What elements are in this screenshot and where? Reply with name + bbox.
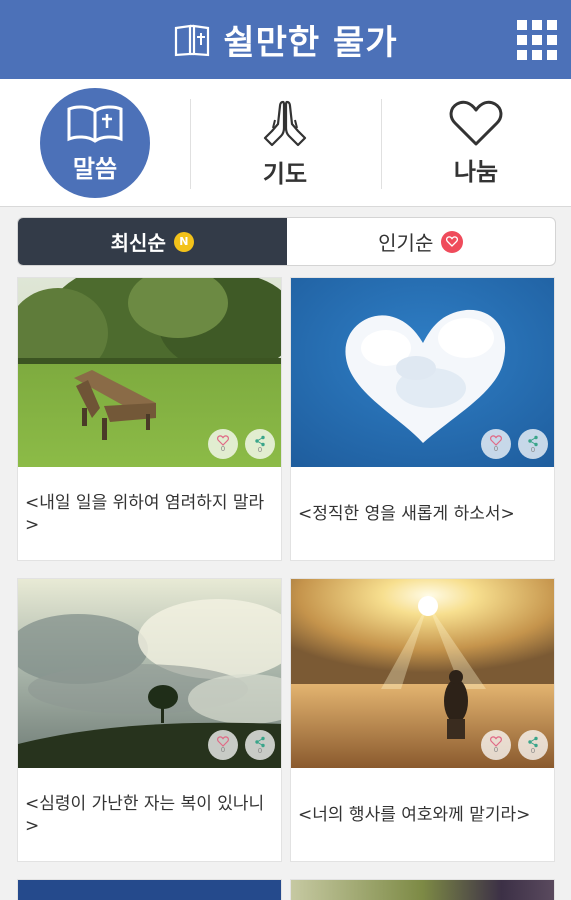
share-button[interactable]: 0 [518,730,548,760]
post-card[interactable]: 0 0 <심령이 가난한 자는 복이 있나니> [17,578,282,862]
card-actions: 0 0 [208,429,275,459]
card-actions: 0 0 [481,429,548,459]
card-actions: 0 0 [481,730,548,760]
share-icon [255,736,265,747]
post-card[interactable] [290,879,555,900]
post-caption: <내일 일을 위하여 염려하지 말라> [25,492,265,535]
tab-word-label: 말씀 [72,154,118,183]
share-icon [528,435,538,446]
tab-sharing[interactable]: 나눔 [381,79,571,207]
app-title: 쉴만한 물가 [223,23,398,63]
app-header: 쉴만한 물가 [0,0,571,79]
heart-badge-icon [441,230,464,253]
share-icon [255,435,265,446]
post-caption: <정직한 영을 새롭게 하소서> [298,503,515,524]
sort-toggle: 최신순 N 인기순 [17,217,556,266]
app-title-group: 쉴만한 물가 [0,0,571,79]
share-count: 0 [530,746,536,755]
heart-outline-icon [449,100,503,145]
share-icon [528,736,538,747]
praying-hands-icon [263,100,307,146]
lone-tree-photo: 0 0 [18,579,281,768]
tab-prayer-label: 기도 [262,159,308,188]
tab-sharing-label: 나눔 [453,157,499,186]
sort-popular-label: 인기순 [378,231,434,255]
card-actions: 0 0 [208,730,275,760]
tab-prayer[interactable]: 기도 [190,79,380,207]
like-button[interactable]: 0 [481,429,511,459]
praying-man-sunset-photo: 0 0 [291,579,554,768]
new-badge: N [173,231,194,252]
post-card[interactable]: 0 0 <너의 행사를 여호와께 맡기라> [290,578,555,862]
like-count: 0 [220,445,226,453]
share-count: 0 [257,746,263,755]
grid-menu-icon[interactable] [517,20,557,60]
post-caption: <심령이 가난한 자는 복이 있나니> [25,793,265,836]
tab-word[interactable]: 말씀 [0,79,190,207]
like-count: 0 [493,445,499,453]
category-tabs: 말씀 기도 나눔 [0,79,571,207]
like-button[interactable]: 0 [481,730,511,760]
share-count: 0 [257,445,263,454]
tab-word-highlight: 말씀 [40,88,150,198]
sort-latest-label: 최신순 [110,231,166,255]
share-count: 0 [530,445,536,454]
like-count: 0 [220,746,226,754]
park-bench-photo: 0 0 [18,278,281,467]
post-card[interactable]: 0 0 <정직한 영을 새롭게 하소서> [290,277,555,561]
like-button[interactable]: 0 [208,730,238,760]
post-card[interactable]: 0 0 <내일 일을 위하여 염려하지 말라> [17,277,282,561]
like-count: 0 [493,746,499,754]
open-book-icon [67,104,123,143]
share-button[interactable]: 0 [518,429,548,459]
sort-popular-button[interactable]: 인기순 [287,218,556,265]
post-card[interactable] [17,879,282,900]
bible-icon [175,24,210,56]
post-caption: <너의 행사를 여호와께 맡기라> [298,804,531,825]
post-image [291,880,554,900]
like-button[interactable]: 0 [208,429,238,459]
heart-cloud-photo: 0 0 [291,278,554,467]
sort-latest-button[interactable]: 최신순 N [18,218,287,265]
share-button[interactable]: 0 [245,730,275,760]
share-button[interactable]: 0 [245,429,275,459]
post-image [18,880,281,900]
